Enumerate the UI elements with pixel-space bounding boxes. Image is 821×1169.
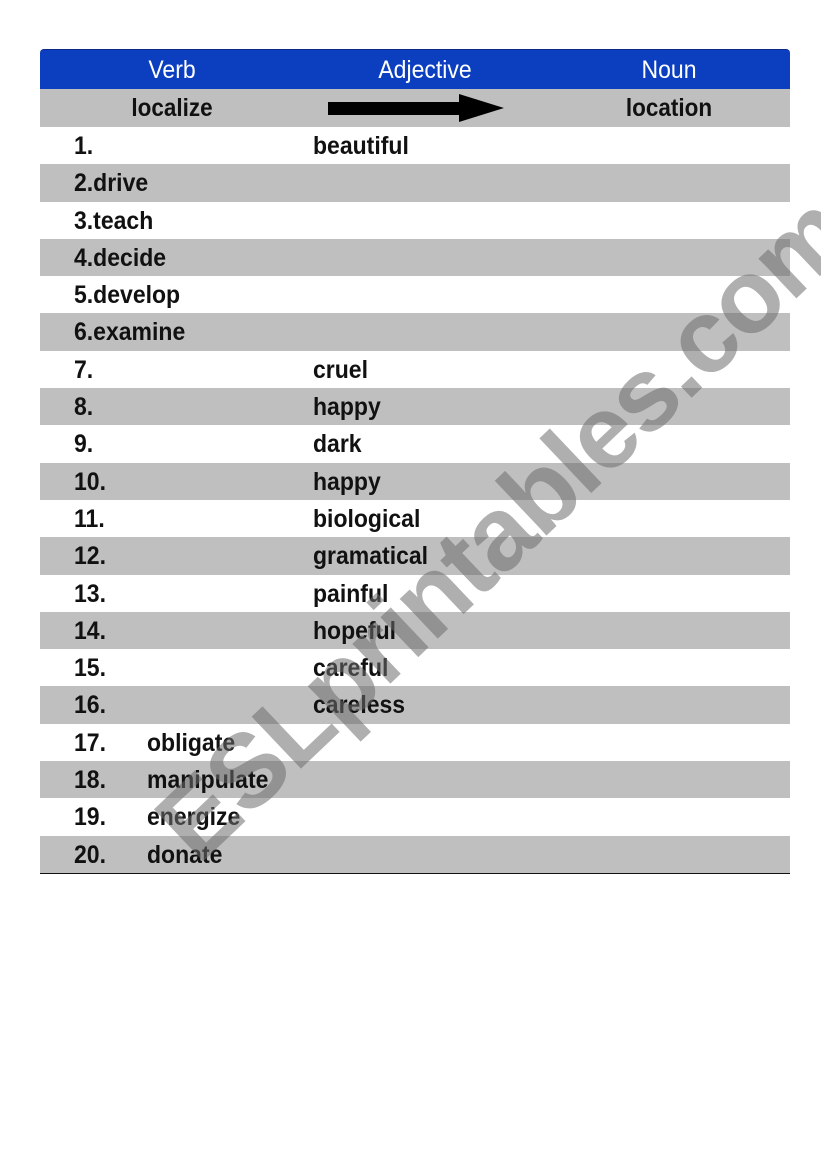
adjective-cell: happy: [313, 467, 381, 496]
table-row: 18. manipulate: [40, 761, 790, 799]
table-row: 12. gramatical: [40, 537, 790, 575]
row-number: 11.: [74, 504, 105, 533]
table-row: 19. energize: [40, 798, 790, 836]
header-noun: Noun: [641, 56, 697, 84]
header-adjective: Adjective: [378, 56, 472, 84]
exercise-rows: 1. beautiful 2.drive 3.teach 4.decide 5.devel…: [40, 127, 790, 874]
table-row: 6.examine: [40, 313, 790, 351]
example-verb: localize: [131, 94, 213, 122]
table-header-row: Verb Adjective Noun: [40, 49, 790, 89]
table-row: 13. painful: [40, 574, 790, 612]
table-row: 3.teach: [40, 201, 790, 239]
row-number: 10.: [74, 467, 106, 496]
table-row: 7. cruel: [40, 350, 790, 389]
example-noun: location: [625, 94, 713, 122]
header-verb: Verb: [148, 56, 196, 84]
table-row: 20. donate: [40, 835, 790, 874]
table-row: 4.decide: [40, 238, 790, 277]
adjective-cell: hopeful: [313, 616, 397, 645]
adjective-cell: careless: [313, 691, 406, 720]
table-row: 14. hopeful: [40, 611, 790, 650]
row-number: 12.: [74, 542, 106, 571]
verb-cell: manipulate: [147, 766, 269, 795]
row-number: 1.: [74, 132, 94, 160]
table-row: 11. biological: [40, 499, 790, 538]
row-number-and-verb: 6.examine: [74, 318, 186, 347]
adjective-cell: happy: [313, 393, 381, 422]
row-number: 18.: [74, 766, 106, 795]
adjective-cell: beautiful: [313, 132, 409, 160]
table-row: 9. dark: [40, 425, 790, 463]
adjective-cell: dark: [313, 430, 362, 459]
right-arrow-icon: [328, 94, 504, 122]
row-number-and-verb: 3.teach: [74, 206, 154, 235]
row-number: 20.: [74, 840, 106, 869]
row-number: 14.: [74, 616, 106, 645]
row-number: 15.: [74, 654, 106, 683]
adjective-cell: painful: [313, 579, 389, 608]
table-row: 2.drive: [40, 164, 790, 202]
verb-cell: donate: [147, 840, 223, 869]
verb-cell: energize: [147, 803, 241, 832]
row-number: 13.: [74, 579, 106, 608]
row-number: 16.: [74, 691, 106, 720]
adjective-cell: careful: [313, 654, 389, 683]
table-row: 1. beautiful: [40, 127, 790, 165]
row-number: 19.: [74, 803, 106, 832]
table-row: 15. careful: [40, 649, 790, 687]
row-number: 7.: [74, 355, 94, 384]
row-number-and-verb: 4.decide: [74, 243, 167, 272]
adjective-cell: gramatical: [313, 542, 429, 571]
table-row: 5.develop: [40, 276, 790, 314]
table-row: 16. careless: [40, 686, 790, 724]
table-row: 10. happy: [40, 462, 790, 500]
row-number: 8.: [74, 393, 94, 422]
adjective-cell: cruel: [313, 355, 368, 384]
row-number: 9.: [74, 430, 94, 459]
table-row: 8. happy: [40, 388, 790, 426]
adjective-cell: biological: [313, 504, 421, 533]
example-row: localize location: [40, 89, 790, 127]
row-number: 17.: [74, 728, 106, 757]
verb-cell: obligate: [147, 728, 236, 757]
row-number-and-verb: 5.develop: [74, 281, 181, 310]
word-forms-table: Verb Adjective Noun localize location 1.…: [40, 49, 790, 874]
table-row: 17. obligate: [40, 723, 790, 762]
row-number-and-verb: 2.drive: [74, 169, 149, 198]
